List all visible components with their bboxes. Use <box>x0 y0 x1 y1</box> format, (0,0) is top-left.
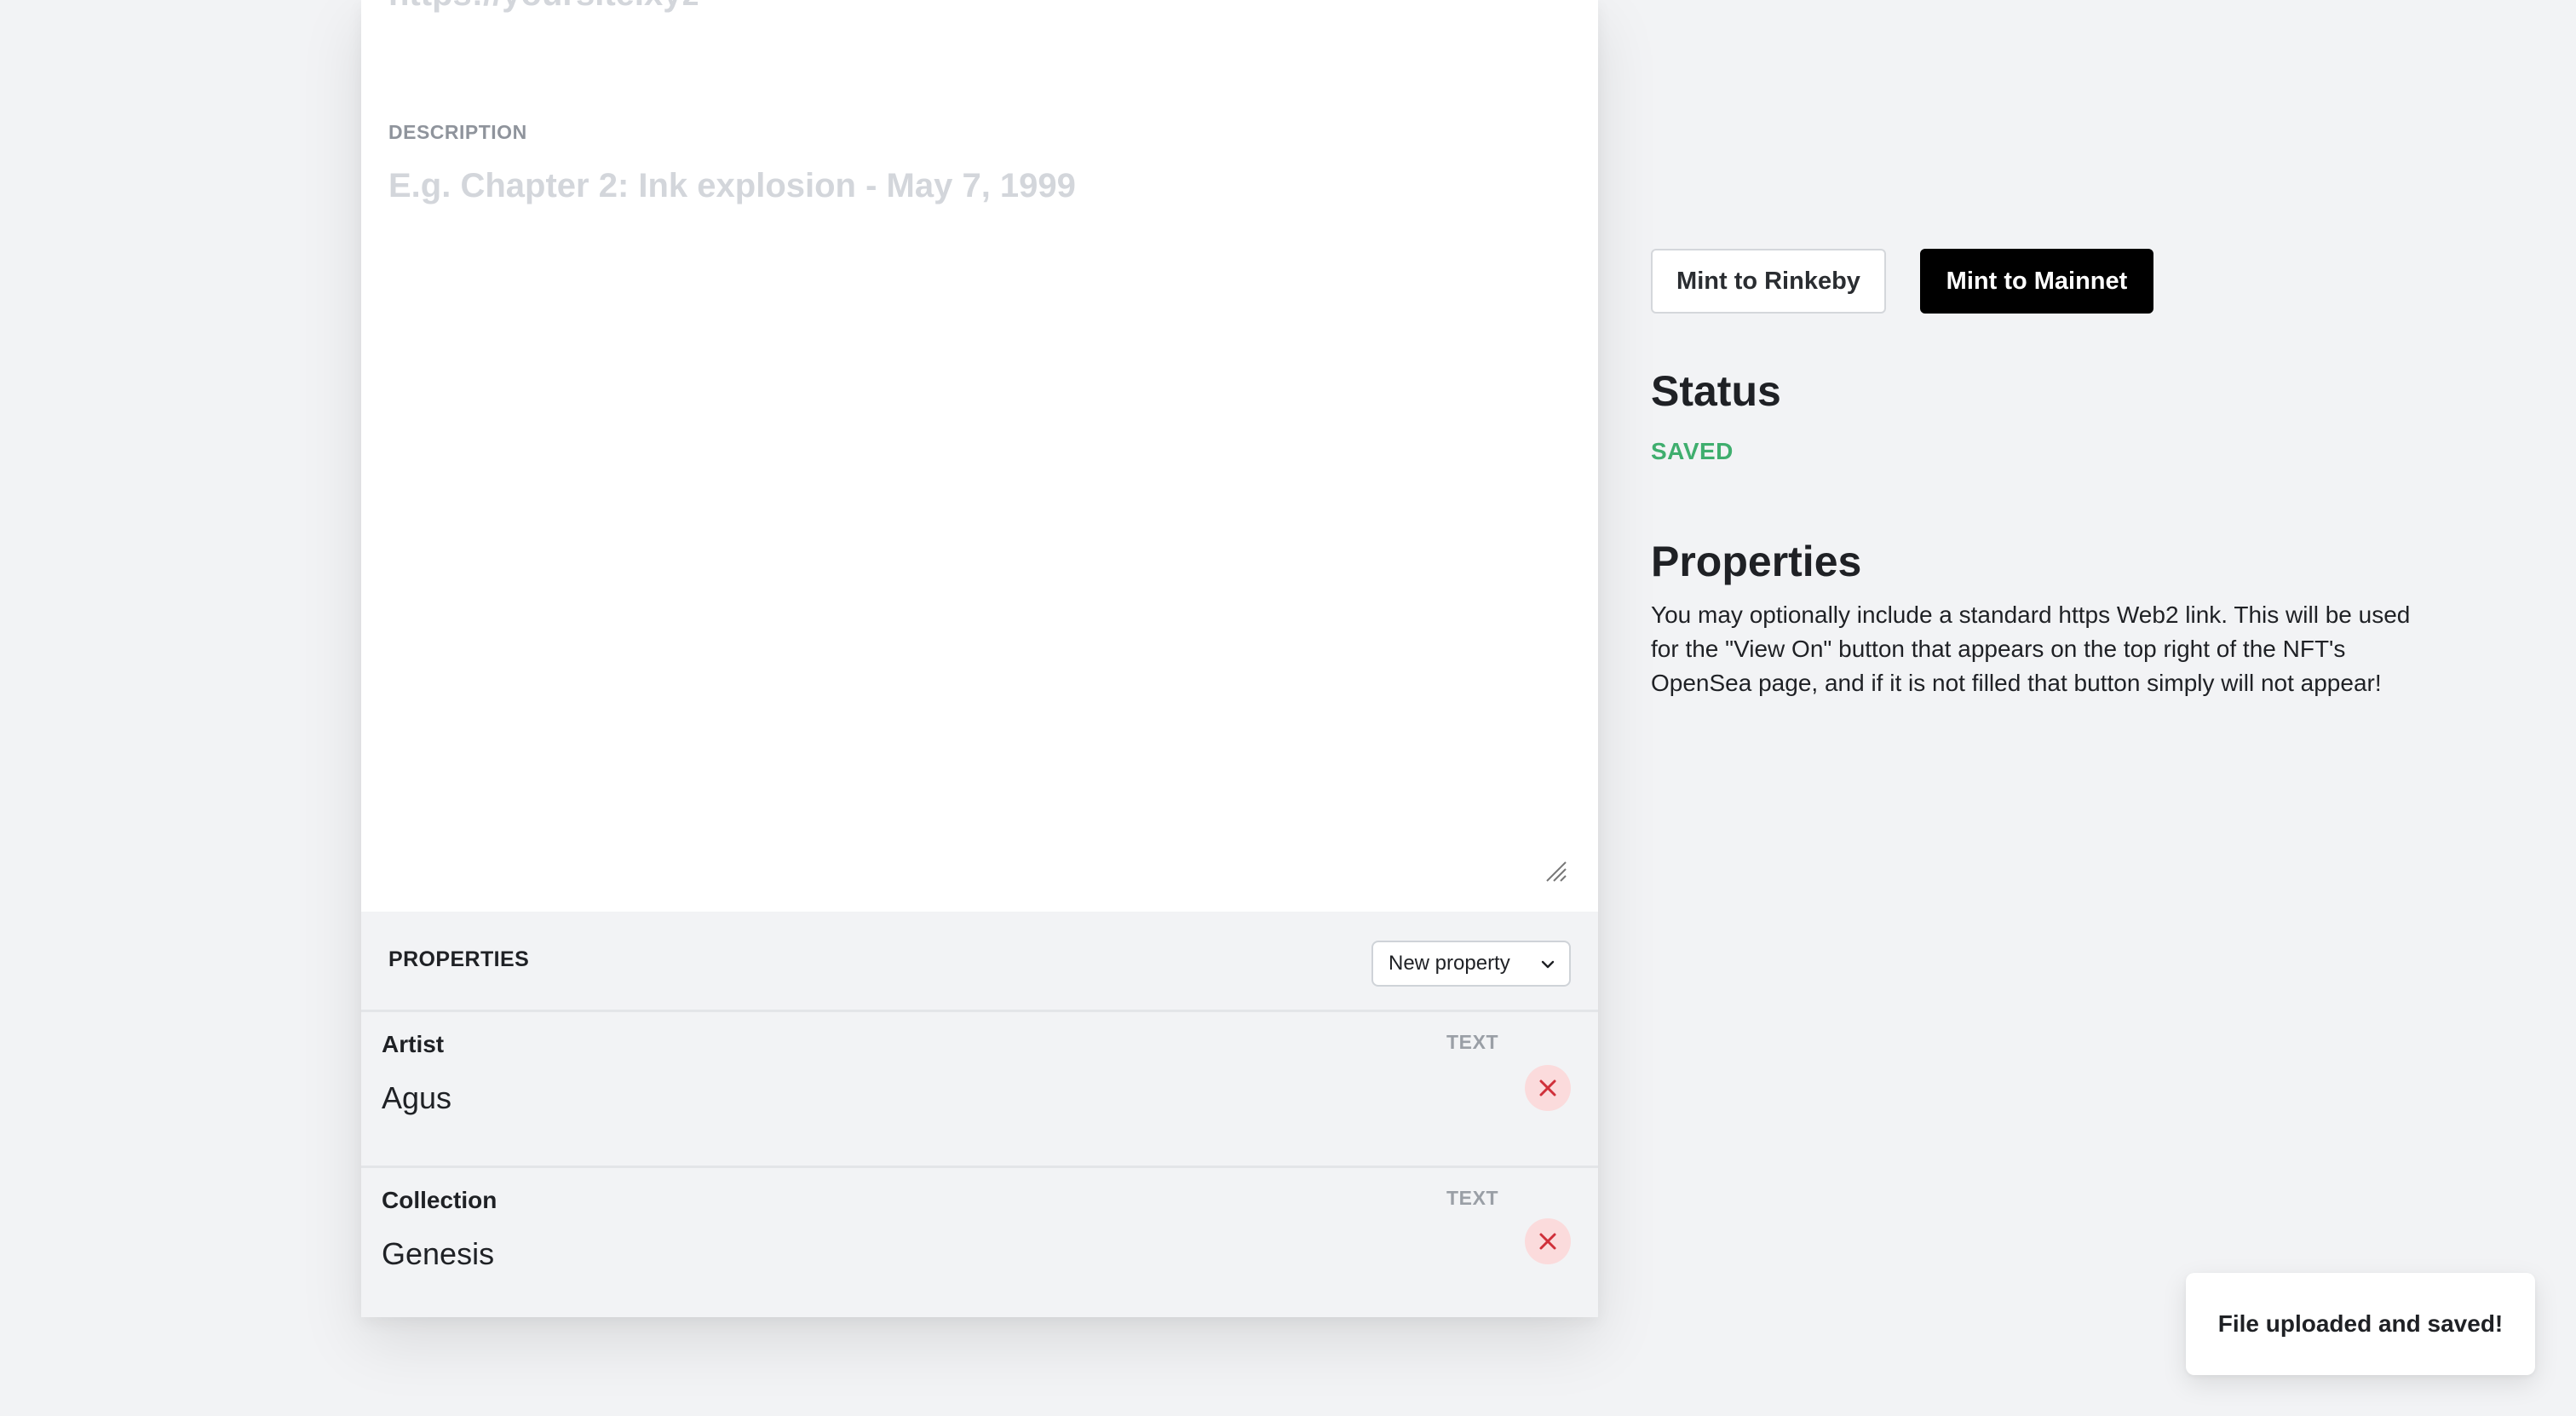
toast-message: File uploaded and saved! <box>2217 1310 2504 1337</box>
property-value-input[interactable]: Genesis <box>382 1236 494 1272</box>
property-row-collection: Collection TEXT Genesis <box>361 1166 1598 1319</box>
properties-heading: Properties <box>1651 538 1862 585</box>
mint-to-rinkeby-button[interactable]: Mint to Rinkeby <box>1651 249 1886 314</box>
description-label: DESCRIPTION <box>388 121 527 143</box>
properties-help-text: You may optionally include a standard ht… <box>1651 602 2411 696</box>
close-icon <box>1539 1079 1556 1097</box>
property-value-input[interactable]: Agus <box>382 1080 451 1116</box>
new-property-label: New property <box>1389 952 1510 975</box>
toast-notification: File uploaded and saved! <box>2186 1273 2535 1375</box>
properties-panel: PROPERTIES New property Artist TEXT Agus… <box>361 912 1598 1317</box>
close-icon <box>1539 1233 1556 1250</box>
status-heading: Status <box>1651 367 1781 415</box>
properties-header: PROPERTIES New property <box>361 912 1598 1012</box>
mint-to-mainnet-button[interactable]: Mint to Mainnet <box>1920 249 2153 314</box>
property-type: TEXT <box>1446 1187 1499 1209</box>
external-url-input-placeholder[interactable]: https://yoursite.xyz <box>388 0 699 17</box>
resize-grip-icon[interactable] <box>1544 859 1567 883</box>
status-badge: SAVED <box>1651 438 1734 464</box>
nft-editor-card: https://yoursite.xyz DESCRIPTION PROPERT… <box>361 0 1598 1317</box>
new-property-dropdown[interactable]: New property <box>1371 941 1571 987</box>
description-textarea[interactable] <box>388 167 1564 874</box>
chevron-down-icon <box>1541 960 1555 969</box>
remove-property-artist-button[interactable] <box>1525 1065 1571 1111</box>
page: https://yoursite.xyz DESCRIPTION PROPERT… <box>0 0 2576 1416</box>
properties-title: PROPERTIES <box>388 947 530 971</box>
remove-property-collection-button[interactable] <box>1525 1218 1571 1264</box>
property-row-artist: Artist TEXT Agus <box>361 1012 1598 1166</box>
property-name: Artist <box>382 1031 445 1057</box>
property-name: Collection <box>382 1187 497 1213</box>
property-type: TEXT <box>1446 1031 1499 1053</box>
